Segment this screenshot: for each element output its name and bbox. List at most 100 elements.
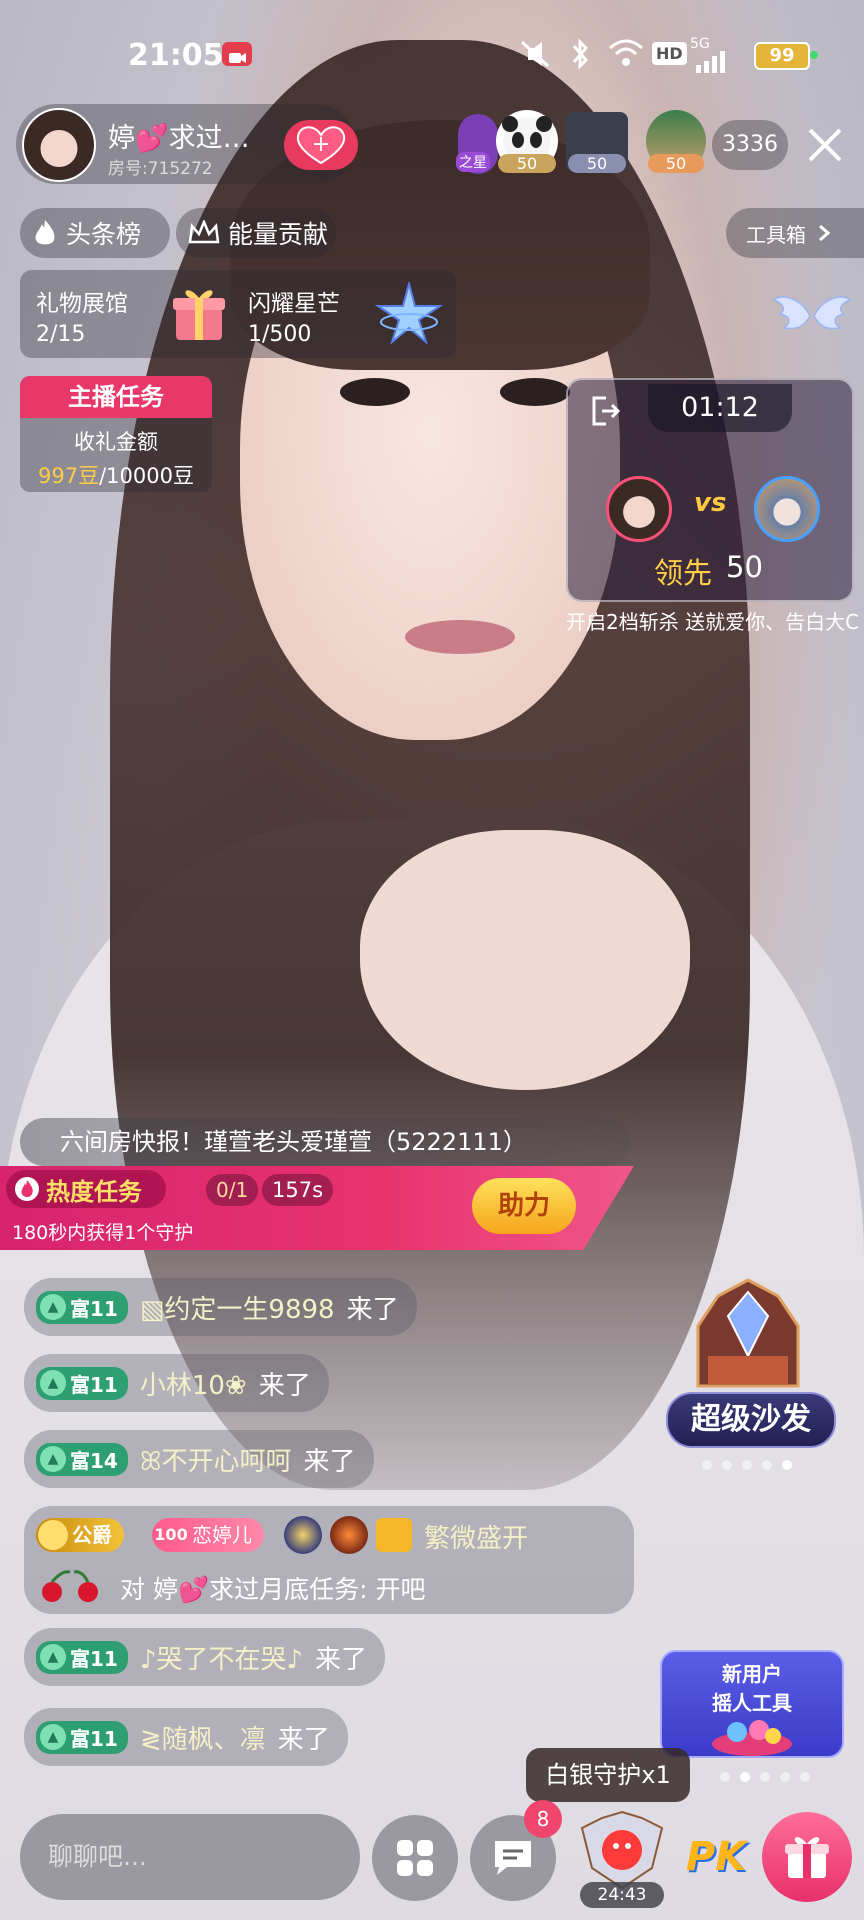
toolbox-button[interactable]: 工具箱 bbox=[726, 208, 864, 258]
chat-input[interactable]: 聊聊吧... bbox=[20, 1814, 360, 1900]
viewer-badge-3: 50 bbox=[568, 154, 626, 173]
video-lips bbox=[405, 620, 515, 654]
pk-lead-label: 领先 bbox=[654, 556, 713, 590]
viewer-avatar-4[interactable]: 50 bbox=[646, 110, 706, 173]
guard-button[interactable]: 24:43 bbox=[572, 1808, 672, 1908]
follow-button[interactable]: + bbox=[284, 120, 358, 170]
viewer-avatar-3[interactable]: 50 bbox=[566, 112, 628, 173]
vip-icon bbox=[376, 1518, 412, 1552]
chat-user[interactable]: 小林10❀ bbox=[140, 1365, 247, 1402]
silver-guard-tooltip: 白银守护x1 bbox=[526, 1748, 690, 1802]
heat-task-title-pill: 热度任务 bbox=[6, 1170, 166, 1208]
chat-bubble-icon bbox=[495, 1841, 531, 1875]
chat-user[interactable]: ▧约定一生9898 bbox=[140, 1289, 335, 1326]
video-eye-left bbox=[340, 378, 410, 406]
viewer-badge-4: 50 bbox=[648, 154, 704, 173]
medal-icon-1 bbox=[284, 1516, 322, 1554]
chat-entry-5[interactable]: ▲ 富11 ≷随枫、凛 来了 bbox=[24, 1708, 348, 1766]
gift-hall-entry[interactable]: 礼物展馆 2/15 bbox=[20, 270, 238, 358]
chat-entry-1[interactable]: ▲ 富11 ▧约定一生9898 来了 bbox=[24, 1278, 417, 1336]
host-avatar[interactable] bbox=[22, 108, 96, 182]
gift-icon bbox=[785, 1837, 829, 1878]
gift-hall-progress: 2/15 bbox=[36, 322, 86, 347]
fire-icon bbox=[15, 1177, 39, 1201]
heart-plus-icon: + bbox=[296, 126, 346, 165]
host-task-card[interactable]: 主播任务 收礼金额 997豆/10000豆 bbox=[20, 376, 212, 492]
grid-icon bbox=[397, 1840, 433, 1876]
chat-text: 来了 bbox=[303, 1446, 356, 1477]
fan-level: 100 bbox=[154, 1525, 188, 1544]
heat-task-desc: 180秒内获得1个守护 bbox=[12, 1222, 194, 1244]
shine-star-progress: 1/500 bbox=[248, 322, 312, 347]
chat-text: 来了 bbox=[277, 1724, 330, 1755]
pk-self-avatar[interactable] bbox=[606, 476, 672, 542]
room-announcement[interactable]: 六间房快报！瑾萱老头爱瑾萱（5222111） bbox=[20, 1118, 630, 1166]
video-heart-hands bbox=[360, 830, 690, 1090]
guard-emblem-icon bbox=[580, 1810, 664, 1890]
carousel-dots-top bbox=[702, 1460, 792, 1470]
exit-icon[interactable] bbox=[588, 394, 622, 428]
screen-record-icon bbox=[222, 42, 252, 66]
pk-vs-label: vs bbox=[694, 488, 727, 518]
close-icon bbox=[808, 128, 842, 162]
pk-opponent-avatar[interactable] bbox=[754, 476, 820, 542]
viewer-count[interactable]: 3336 bbox=[712, 120, 788, 170]
pk-timer: 01:12 bbox=[648, 384, 792, 432]
level-triangle-icon: ▲ bbox=[40, 1446, 66, 1472]
pk-ticker: 开启2档斩杀 送就爱你、告白大C bbox=[566, 610, 860, 634]
heat-task-progress: 0/1 bbox=[206, 1174, 259, 1206]
bluetooth-icon bbox=[568, 38, 592, 77]
host-task-subtitle: 收礼金额 bbox=[74, 430, 158, 454]
hot-list-button[interactable]: 头条榜 bbox=[20, 208, 170, 258]
cherry-icon bbox=[42, 1570, 98, 1602]
menu-grid-button[interactable] bbox=[372, 1815, 458, 1901]
new-user-line2: 摇人工具 bbox=[712, 1691, 792, 1715]
level-triangle-icon: ▲ bbox=[40, 1724, 66, 1750]
level-triangle-icon: ▲ bbox=[40, 1370, 66, 1396]
chat-entry-duke[interactable]: 公爵 恋婷儿 100 繁微盛开 对 婷💕求过月底任务: 开吧 bbox=[24, 1506, 634, 1614]
pk-label: PK bbox=[685, 1834, 747, 1880]
heat-task-banner[interactable]: 热度任务 0/1 157s 180秒内获得1个守护 助力 bbox=[0, 1166, 634, 1250]
hd-badge: HD bbox=[652, 42, 687, 65]
throne-icon[interactable] bbox=[668, 1276, 828, 1396]
help-button[interactable]: 助力 bbox=[472, 1178, 576, 1234]
chat-entry-3[interactable]: ▲ 富14 ꕤ不开心呵呵 来了 bbox=[24, 1430, 374, 1488]
chat-user[interactable]: ꕤ不开心呵呵 bbox=[140, 1441, 292, 1478]
charging-dot bbox=[810, 51, 818, 59]
chat-text: 来了 bbox=[315, 1644, 368, 1675]
gift-box-icon bbox=[173, 290, 225, 340]
viewer-avatar-1[interactable]: 之星 bbox=[456, 114, 498, 174]
angel-wing-icon[interactable] bbox=[770, 286, 854, 346]
pk-button[interactable]: PK bbox=[676, 1824, 756, 1890]
hot-list-label: 头条榜 bbox=[66, 220, 142, 249]
host-task-title: 主播任务 bbox=[20, 376, 212, 418]
heat-task-timer: 157s bbox=[262, 1174, 334, 1206]
chat-user[interactable]: 繁微盛开 bbox=[424, 1518, 528, 1555]
signal-icon bbox=[694, 50, 730, 80]
duke-crown-icon bbox=[38, 1520, 68, 1550]
level-triangle-icon: ▲ bbox=[40, 1294, 66, 1320]
chat-entry-4[interactable]: ▲ 富11 ♪哭了不在哭♪ 来了 bbox=[24, 1628, 386, 1686]
energy-button[interactable]: 能量贡献 bbox=[176, 208, 336, 258]
wealth-level-badge: ▲ 富11 bbox=[36, 1290, 128, 1324]
chat-text: 来了 bbox=[258, 1370, 311, 1401]
wealth-level-badge: ▲ 富14 bbox=[36, 1442, 128, 1476]
gift-button[interactable] bbox=[762, 1812, 852, 1902]
shine-star-label: 闪耀星芒 bbox=[248, 291, 340, 317]
toolbox-label: 工具箱 bbox=[746, 222, 806, 247]
flame-icon bbox=[35, 220, 55, 245]
shine-star-entry[interactable]: 闪耀星芒 1/500 bbox=[238, 270, 456, 358]
pk-panel[interactable]: 01:12 vs 领先 50 bbox=[566, 378, 854, 602]
energy-label: 能量贡献 bbox=[228, 220, 329, 249]
close-button[interactable] bbox=[800, 120, 850, 170]
viewer-avatar-2[interactable]: 50 bbox=[496, 110, 558, 173]
new-user-tool-card[interactable]: 新用户 摇人工具 bbox=[660, 1650, 844, 1758]
new-user-line1: 新用户 bbox=[722, 1662, 782, 1686]
super-sofa-button[interactable]: 超级沙发 bbox=[666, 1392, 836, 1448]
host-task-target: /10000豆 bbox=[99, 464, 194, 488]
chat-user[interactable]: ♪哭了不在哭♪ bbox=[140, 1639, 303, 1676]
chat-entry-2[interactable]: ▲ 富11 小林10❀ 来了 bbox=[24, 1354, 329, 1412]
wifi-icon bbox=[608, 38, 644, 75]
mute-icon bbox=[518, 38, 552, 77]
chat-user[interactable]: ≷随枫、凛 bbox=[140, 1719, 266, 1756]
